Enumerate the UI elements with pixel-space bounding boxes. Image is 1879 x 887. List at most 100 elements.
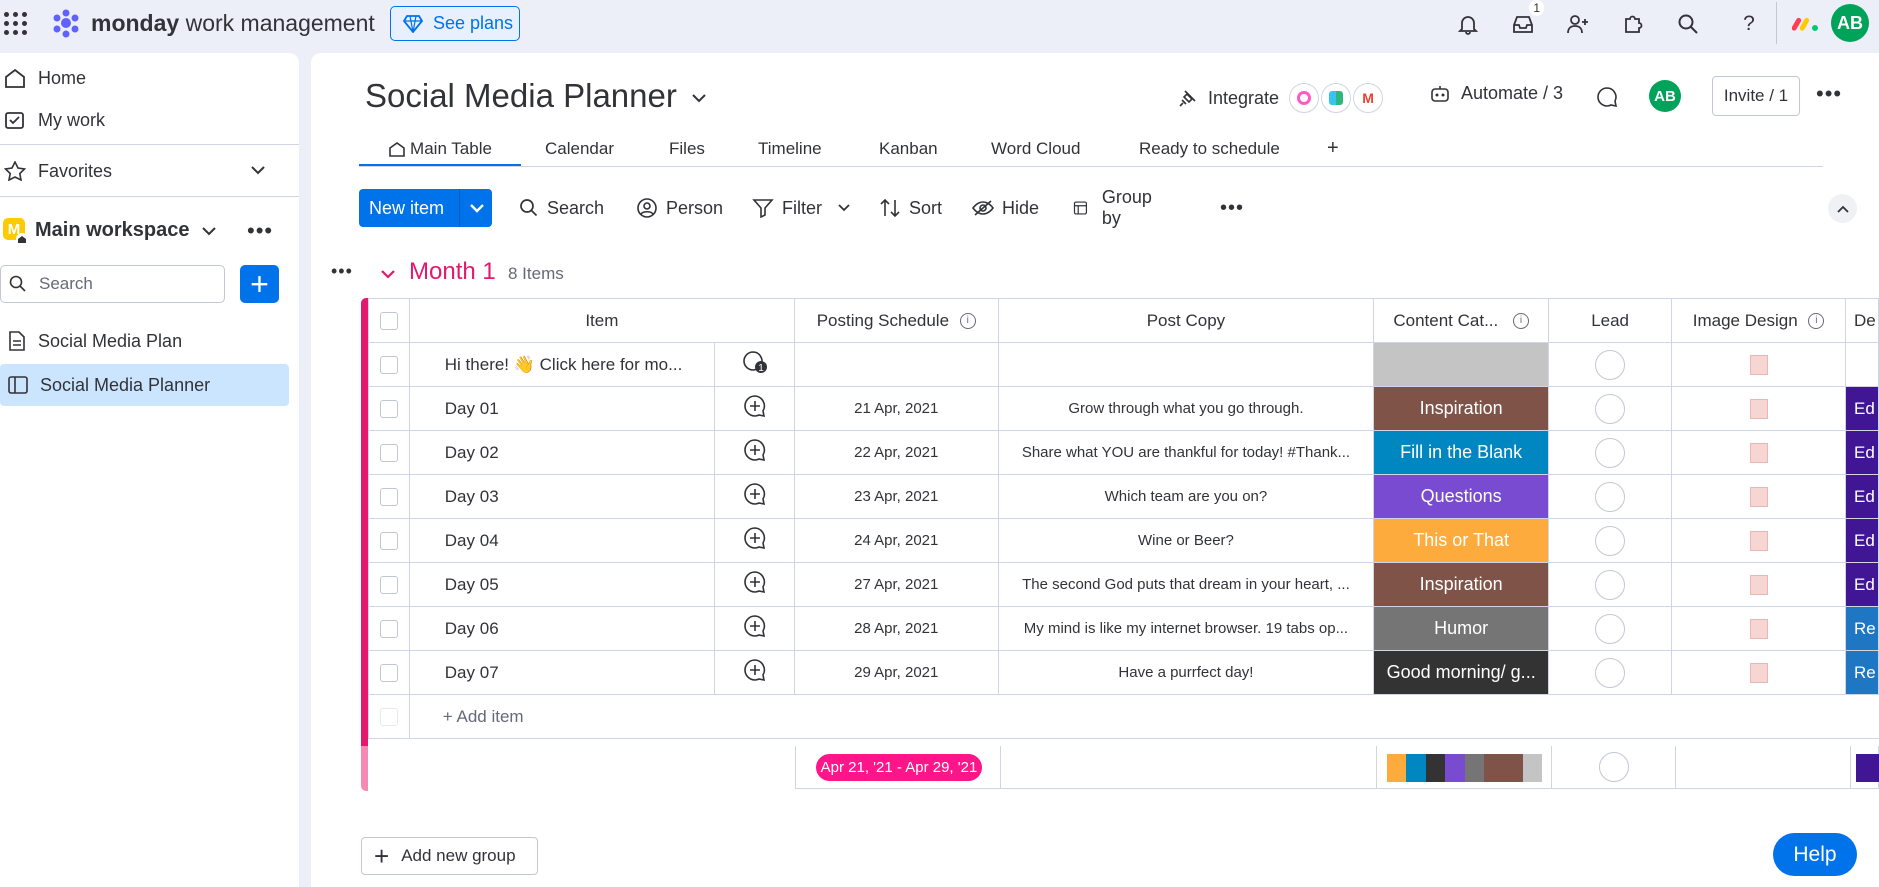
table-row[interactable]: Day 01 21 Apr, 2021 Grow through what you …	[368, 386, 1879, 431]
add-update-icon[interactable]	[743, 482, 767, 506]
column-header-extra[interactable]: De	[1844, 298, 1879, 343]
add-new-group-button[interactable]: + Add new group	[361, 837, 538, 875]
board-member-avatar[interactable]: AB	[1649, 80, 1681, 112]
row-checkbox-cell[interactable]	[368, 650, 410, 695]
person-filter-button[interactable]: Person	[636, 189, 723, 227]
add-view-button[interactable]: +	[1327, 133, 1339, 164]
invite-button[interactable]: Invite / 1	[1712, 76, 1800, 116]
item-updates-cell[interactable]	[714, 606, 795, 651]
info-icon[interactable]: i	[959, 313, 976, 330]
post-copy-cell[interactable]: My mind is like my internet browser. 19 …	[997, 606, 1375, 651]
content-category-cell[interactable]: This or That	[1373, 518, 1550, 563]
table-row[interactable]: Day 07 29 Apr, 2021 Have a purrfect day! Go…	[368, 650, 1879, 695]
item-name-cell[interactable]: Day 05	[408, 562, 716, 607]
lead-cell[interactable]	[1548, 386, 1673, 431]
sidebar-item-social-media-plan[interactable]: Social Media Plan	[8, 321, 182, 361]
notifications-bell-icon[interactable]	[1453, 9, 1483, 39]
conversation-with-count-icon[interactable]: 1	[742, 350, 768, 374]
invite-members-icon[interactable]	[1563, 9, 1593, 39]
automate-button[interactable]: Automate / 3	[1429, 83, 1563, 104]
hide-columns-button[interactable]: Hide	[972, 189, 1039, 227]
workspace-more-icon[interactable]: •••	[247, 218, 273, 244]
chevron-down-icon[interactable]	[692, 93, 706, 103]
table-row[interactable]: Day 02 22 Apr, 2021 Share what YOU are tha…	[368, 430, 1879, 475]
chevron-down-icon[interactable]	[251, 165, 265, 175]
row-checkbox-cell[interactable]	[368, 518, 410, 563]
content-category-cell[interactable]: Fill in the Blank	[1373, 430, 1550, 475]
table-row[interactable]: Day 05 27 Apr, 2021 The second God puts th…	[368, 562, 1879, 607]
image-thumbnail[interactable]	[1749, 354, 1768, 375]
table-row[interactable]: Day 04 24 Apr, 2021 Wine or Beer? This or T…	[368, 518, 1879, 563]
extra-status-cell[interactable]: Ed	[1844, 562, 1879, 607]
lead-cell[interactable]	[1548, 518, 1673, 563]
workspace-name[interactable]: Main workspace	[35, 219, 190, 242]
add-item-input[interactable]: + Add item	[408, 694, 1879, 739]
sort-button[interactable]: Sort	[879, 189, 942, 227]
tab-timeline[interactable]: Timeline	[758, 133, 822, 164]
post-copy-cell[interactable]: Have a purrfect day!	[997, 650, 1375, 695]
image-design-cell[interactable]	[1671, 606, 1846, 651]
add-board-button[interactable]: +	[240, 265, 279, 303]
posting-schedule-cell[interactable]: 23 Apr, 2021	[793, 474, 999, 519]
info-icon[interactable]: i	[1512, 313, 1529, 330]
content-category-cell[interactable]	[1373, 342, 1550, 387]
board-more-icon[interactable]: •••	[1816, 81, 1842, 107]
image-thumbnail[interactable]	[1749, 530, 1768, 551]
integrate-button[interactable]: Integrate M	[1178, 83, 1384, 113]
extra-status-cell[interactable]: Re	[1844, 650, 1879, 695]
tab-calendar[interactable]: Calendar	[545, 133, 614, 164]
posting-schedule-cell[interactable]	[793, 342, 999, 387]
image-design-cell[interactable]	[1671, 342, 1846, 387]
table-row[interactable]: Hi there! 👋 Click here for mo... 1	[368, 342, 1879, 387]
row-checkbox-cell[interactable]	[368, 562, 410, 607]
row-checkbox[interactable]	[379, 663, 398, 682]
image-design-cell[interactable]	[1671, 386, 1846, 431]
column-header-image-design[interactable]: Image Design i	[1671, 298, 1846, 343]
table-row[interactable]: Day 06 28 Apr, 2021 My mind is like my int…	[368, 606, 1879, 651]
column-header-item[interactable]: Item	[408, 298, 795, 343]
item-updates-cell[interactable]	[714, 518, 795, 563]
updates-chat-icon[interactable]	[1596, 86, 1618, 108]
post-copy-cell[interactable]: The second God puts that dream in your h…	[997, 562, 1375, 607]
tab-kanban[interactable]: Kanban	[879, 133, 938, 164]
extra-status-cell[interactable]	[1844, 342, 1879, 387]
add-update-icon[interactable]	[743, 614, 767, 638]
brand-name[interactable]: monday work management	[91, 10, 375, 37]
add-update-icon[interactable]	[743, 570, 767, 594]
column-header-post-copy[interactable]: Post Copy	[997, 298, 1375, 343]
select-all-cell[interactable]	[368, 298, 410, 343]
row-checkbox[interactable]	[379, 399, 398, 418]
group-by-button[interactable]: Group by	[1073, 187, 1157, 228]
row-checkbox[interactable]	[379, 575, 398, 594]
posting-schedule-cell[interactable]: 22 Apr, 2021	[793, 430, 999, 475]
row-checkbox[interactable]	[379, 355, 398, 374]
content-category-cell[interactable]: Humor	[1373, 606, 1550, 651]
select-all-checkbox[interactable]	[379, 311, 398, 330]
user-avatar[interactable]: AB	[1831, 4, 1869, 42]
help-button[interactable]: Help	[1773, 833, 1857, 876]
row-checkbox-cell[interactable]	[368, 474, 410, 519]
monday-products-icon[interactable]	[1792, 13, 1820, 33]
row-checkbox-cell[interactable]	[368, 386, 410, 431]
row-checkbox-cell[interactable]	[368, 342, 410, 387]
column-header-content-category[interactable]: Content Cat... i	[1373, 298, 1550, 343]
add-update-icon[interactable]	[743, 526, 767, 550]
group-title[interactable]: Month 1	[409, 258, 496, 286]
posting-schedule-cell[interactable]: 28 Apr, 2021	[793, 606, 999, 651]
image-design-cell[interactable]	[1671, 518, 1846, 563]
add-update-icon[interactable]	[743, 658, 767, 682]
image-thumbnail[interactable]	[1749, 618, 1768, 639]
inbox-icon[interactable]: 1	[1508, 0, 1544, 39]
content-category-cell[interactable]: Questions	[1373, 474, 1550, 519]
lead-cell[interactable]	[1548, 650, 1673, 695]
toolbar-more-icon[interactable]: •••	[1220, 189, 1244, 227]
image-design-cell[interactable]	[1671, 562, 1846, 607]
item-updates-cell[interactable]	[714, 650, 795, 695]
tab-ready-to-schedule[interactable]: Ready to schedule	[1139, 133, 1280, 164]
post-copy-cell[interactable]	[997, 342, 1375, 387]
posting-schedule-cell[interactable]: 24 Apr, 2021	[793, 518, 999, 563]
sidebar-item-favorites[interactable]: Favorites	[4, 151, 112, 191]
item-name-cell[interactable]: Day 04	[408, 518, 716, 563]
item-name-cell[interactable]: Day 01	[408, 386, 716, 431]
lead-cell[interactable]	[1548, 606, 1673, 651]
